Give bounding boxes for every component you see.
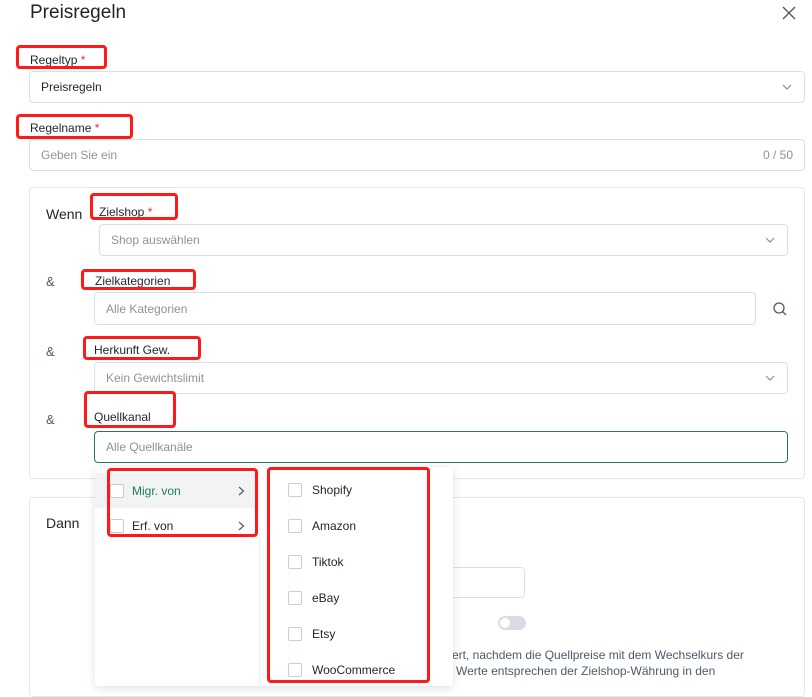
channel-option[interactable]: eBay [271, 582, 339, 614]
checkbox[interactable] [288, 555, 302, 569]
search-icon[interactable] [772, 301, 788, 317]
checkbox[interactable] [110, 483, 124, 498]
chevron-right-icon [238, 486, 245, 496]
channel-dropdown: Migr. von Erf. von Shopify Amazon Tiktok… [95, 467, 453, 686]
channel-option[interactable]: Etsy [271, 618, 335, 650]
checkbox[interactable] [288, 627, 302, 641]
channel-group-migr[interactable]: Migr. von [95, 473, 259, 508]
channel-option[interactable]: WooCommerce [271, 654, 395, 686]
source-channel-select[interactable]: Alle Quellkanäle [94, 431, 788, 463]
checkbox[interactable] [288, 663, 302, 677]
source-channel-placeholder: Alle Quellkanäle [106, 440, 193, 454]
channel-option-panel: Shopify Amazon Tiktok eBay Etsy WooComme… [271, 467, 453, 686]
channel-group-erf[interactable]: Erf. von [95, 508, 259, 543]
channel-option[interactable]: Tiktok [271, 546, 344, 578]
channel-option-label: eBay [312, 591, 340, 605]
channel-option-label: Shopify [312, 483, 353, 497]
then-note-line1: ert, nachdem die Quellpreise mit dem Wec… [452, 648, 744, 662]
target-shop-placeholder: Shop auswählen [111, 233, 200, 247]
rule-name-counter: 0 / 50 [762, 148, 793, 162]
target-shop-label: Zielshop * [99, 205, 153, 219]
checkbox[interactable] [288, 519, 302, 533]
chevron-down-icon [765, 237, 775, 243]
channel-option-label: Amazon [312, 519, 357, 533]
target-categories-label: Zielkategorien [95, 274, 171, 288]
channel-group-label: Migr. von [132, 483, 181, 498]
chevron-right-icon [238, 521, 245, 531]
rule-type-select[interactable]: Preisregeln [29, 71, 805, 103]
then-heading: Dann [46, 515, 80, 531]
and-operator: & [46, 344, 55, 359]
rule-type-label: Regeltyp * [30, 53, 86, 67]
target-categories-placeholder: Alle Kategorien [106, 301, 188, 316]
checkbox[interactable] [288, 483, 302, 497]
rule-name-placeholder: Geben Sie ein [41, 148, 118, 162]
rule-type-value: Preisregeln [41, 80, 102, 94]
rule-name-label: Regelname * [30, 121, 100, 135]
toggle-knob [500, 618, 510, 628]
channel-option-label: Tiktok [312, 555, 344, 569]
close-icon[interactable] [779, 3, 799, 23]
dialog-title: Preisregeln [30, 2, 127, 23]
source-weight-placeholder: Kein Gewichtslimit [106, 371, 205, 385]
source-weight-label: Herkunft Gew. [94, 343, 171, 357]
channel-group-label: Erf. von [132, 518, 174, 533]
source-weight-select[interactable]: Kein Gewichtslimit [94, 362, 788, 394]
target-shop-select[interactable]: Shop auswählen [99, 224, 788, 256]
rule-name-input[interactable]: Geben Sie ein 0 / 50 [29, 139, 805, 171]
when-heading: Wenn [46, 206, 83, 222]
channel-option-label: WooCommerce [312, 663, 396, 677]
and-operator: & [46, 274, 55, 289]
channel-option[interactable]: Amazon [271, 510, 356, 542]
and-operator: & [46, 412, 55, 427]
chevron-down-icon [765, 375, 775, 381]
channel-group-panel: Migr. von Erf. von [95, 467, 260, 686]
source-channel-label: Quellkanal [94, 410, 151, 424]
channel-option-label: Etsy [312, 627, 336, 641]
then-note-line2: Werte entsprechen der Zielshop-Währung i… [456, 664, 716, 678]
checkbox[interactable] [110, 518, 124, 533]
chevron-down-icon [782, 84, 792, 90]
channel-option[interactable]: Shopify [271, 474, 352, 506]
checkbox[interactable] [288, 591, 302, 605]
target-categories-input[interactable]: Alle Kategorien [94, 292, 756, 325]
conversion-toggle[interactable] [498, 616, 526, 630]
